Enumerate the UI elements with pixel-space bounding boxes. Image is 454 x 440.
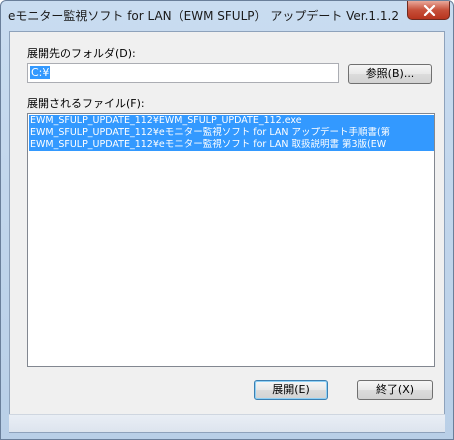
window-title: eモニター監視ソフト for LAN（EWM SFULP） アップデート Ver… bbox=[8, 9, 399, 23]
dialog-window: eモニター監視ソフト for LAN（EWM SFULP） アップデート Ver… bbox=[0, 0, 454, 440]
close-icon bbox=[423, 5, 436, 16]
file-list-item[interactable]: EWM_SFULP_UPDATE_112¥eモニター監視ソフト for LAN … bbox=[29, 127, 434, 139]
extract-button[interactable]: 展開(E) bbox=[254, 380, 328, 400]
file-list[interactable]: EWM_SFULP_UPDATE_112¥EWM_SFULP_UPDATE_11… bbox=[27, 113, 435, 367]
dest-folder-input[interactable]: C:¥ bbox=[27, 63, 339, 83]
dest-folder-label: 展開先のフォルダ(D): bbox=[27, 47, 136, 60]
exit-button[interactable]: 終了(X) bbox=[357, 380, 433, 400]
close-button[interactable] bbox=[407, 1, 450, 20]
file-list-item[interactable]: EWM_SFULP_UPDATE_112¥eモニター監視ソフト for LAN … bbox=[29, 139, 434, 151]
files-label: 展開されるファイル(F): bbox=[27, 97, 145, 110]
browse-button[interactable]: 参照(B)... bbox=[348, 64, 432, 84]
status-bar bbox=[9, 414, 445, 432]
dialog-body: 展開先のフォルダ(D): C:¥ 参照(B)... 展開されるファイル(F): … bbox=[9, 31, 445, 433]
title-bar[interactable]: eモニター監視ソフト for LAN（EWM SFULP） アップデート Ver… bbox=[1, 1, 453, 29]
dest-folder-value: C:¥ bbox=[30, 66, 51, 79]
file-list-item[interactable]: EWM_SFULP_UPDATE_112¥EWM_SFULP_UPDATE_11… bbox=[29, 115, 434, 127]
